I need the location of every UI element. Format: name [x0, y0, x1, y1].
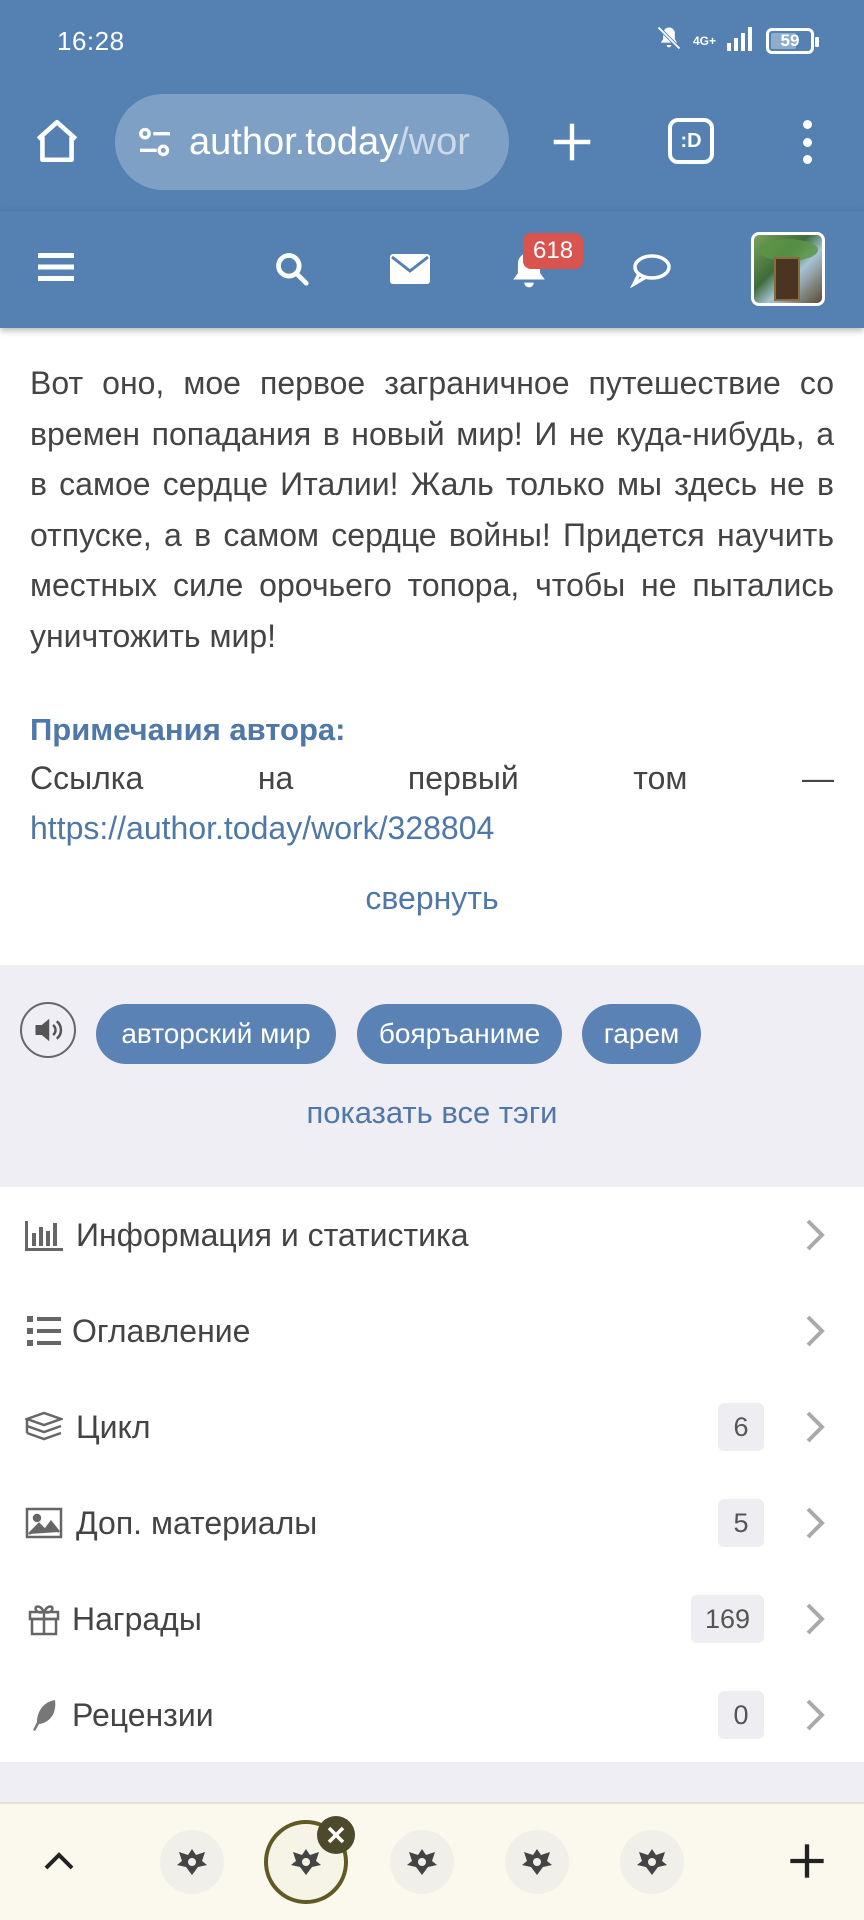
- home-icon: [36, 119, 78, 163]
- expand-tabs-button[interactable]: [36, 1838, 82, 1884]
- section-divider: [0, 1762, 864, 1802]
- browser-menu-button[interactable]: [792, 114, 822, 170]
- speaker-icon: [35, 1018, 63, 1042]
- home-button[interactable]: [30, 114, 84, 168]
- notes-word: том: [633, 760, 688, 796]
- menu-item-label: Рецензии: [72, 1696, 214, 1733]
- hamburger-menu-icon[interactable]: [36, 247, 76, 287]
- show-all-tags-link[interactable]: показать все тэги: [0, 1095, 864, 1131]
- tab-thumbnail[interactable]: [160, 1830, 224, 1894]
- chat-icon[interactable]: [628, 249, 674, 291]
- address-bar[interactable]: author.today/wor: [115, 94, 509, 190]
- mail-icon[interactable]: [388, 249, 432, 289]
- menu-item-label: Информация и статистика: [76, 1216, 469, 1253]
- browser-toolbar: author.today/wor :D: [0, 84, 864, 210]
- browser-chrome: 16:28 4G+ 59 author.today/wor :D: [0, 0, 864, 210]
- url-text[interactable]: author.today/wor: [189, 121, 470, 164]
- tags-section: авторский мир бояръаниме гарем показать …: [0, 965, 864, 1187]
- author-notes-title: Примечания автора:: [30, 712, 346, 747]
- chevron-right-icon: [802, 1407, 828, 1447]
- add-tab-button[interactable]: [782, 1836, 832, 1886]
- menu-item-label: Доп. материалы: [76, 1504, 318, 1541]
- tag-chip[interactable]: гарем: [582, 1004, 701, 1064]
- tab-thumbnail[interactable]: [505, 1830, 569, 1894]
- chevron-right-icon: [802, 1599, 828, 1639]
- menu-item-series[interactable]: Цикл 6: [0, 1379, 864, 1475]
- site-favicon-icon: [291, 1849, 321, 1875]
- chevron-right-icon: [802, 1503, 828, 1543]
- status-time: 16:28: [57, 26, 125, 56]
- menu-item-contents[interactable]: Оглавление: [0, 1283, 864, 1379]
- book-description: Вот оно, мое первое заграничное путешест…: [30, 365, 834, 654]
- chevron-up-icon: [44, 1852, 74, 1870]
- chevron-right-icon: [802, 1311, 828, 1351]
- tag-chip[interactable]: авторский мир: [96, 1004, 336, 1064]
- menu-item-count: 169: [690, 1595, 764, 1643]
- site-settings-icon[interactable]: [133, 120, 177, 164]
- notes-word: Ссылка: [30, 760, 144, 796]
- menu-item-label: Оглавление: [72, 1312, 251, 1349]
- gift-icon: [24, 1599, 64, 1639]
- image-icon: [24, 1503, 64, 1543]
- chevron-right-icon: [802, 1215, 828, 1255]
- signal-icon: [726, 25, 756, 56]
- close-icon: [327, 1826, 345, 1844]
- first-volume-link[interactable]: https://author.today/work/328804: [30, 810, 494, 847]
- tab-thumbnail[interactable]: [390, 1830, 454, 1894]
- stats-icon: [24, 1215, 64, 1255]
- menu-item-awards[interactable]: Награды 169: [0, 1571, 864, 1667]
- site-favicon-icon: [637, 1849, 667, 1875]
- menu-item-label: Награды: [72, 1600, 202, 1637]
- notifications-badge[interactable]: 618: [523, 233, 584, 269]
- plus-icon: [553, 123, 591, 161]
- notes-word: —: [801, 760, 834, 796]
- site-favicon-icon: [177, 1849, 207, 1875]
- tab-thumbnail[interactable]: [620, 1830, 684, 1894]
- book-menu-list: Информация и статистика Оглавление Цикл …: [0, 1187, 864, 1762]
- chevron-right-icon: [802, 1695, 828, 1735]
- user-avatar[interactable]: [751, 232, 825, 306]
- notes-word: на: [257, 760, 294, 796]
- battery-icon: 59: [766, 27, 819, 54]
- site-header: 618: [0, 210, 864, 328]
- bottom-tab-bar: [0, 1802, 864, 1920]
- speaker-button[interactable]: [20, 1002, 76, 1058]
- menu-item-count: 0: [718, 1691, 764, 1739]
- tab-switcher-button[interactable]: :D: [668, 118, 714, 164]
- menu-item-info[interactable]: Информация и статистика: [0, 1187, 864, 1283]
- menu-item-count: 6: [718, 1403, 764, 1451]
- close-tab-button[interactable]: [317, 1816, 355, 1854]
- menu-item-label: Цикл: [76, 1408, 151, 1445]
- status-bar: 16:28 4G+ 59: [0, 0, 864, 84]
- menu-item-extras[interactable]: Доп. материалы 5: [0, 1475, 864, 1571]
- feather-icon: [24, 1695, 64, 1735]
- notes-word: первый: [407, 760, 519, 796]
- search-icon[interactable]: [270, 247, 314, 291]
- author-notes-text: Ссылка на первый том —: [30, 760, 834, 797]
- mute-notifications-icon: [655, 24, 683, 57]
- url-domain: author.today: [189, 120, 399, 163]
- new-tab-button[interactable]: [545, 112, 599, 172]
- menu-item-count: 5: [718, 1499, 764, 1547]
- url-path: /wor: [398, 120, 470, 163]
- battery-level: 59: [780, 30, 800, 50]
- books-icon: [24, 1407, 64, 1447]
- plus-icon: [790, 1844, 824, 1878]
- list-icon: [24, 1311, 64, 1351]
- status-icons: 4G+ 59: [655, 24, 819, 57]
- tag-chip[interactable]: бояръаниме: [357, 1004, 562, 1064]
- collapse-link[interactable]: свернуть: [0, 880, 864, 917]
- site-favicon-icon: [522, 1849, 552, 1875]
- network-type-label: 4G+: [692, 33, 716, 48]
- site-favicon-icon: [407, 1849, 437, 1875]
- menu-item-reviews[interactable]: Рецензии 0: [0, 1667, 864, 1763]
